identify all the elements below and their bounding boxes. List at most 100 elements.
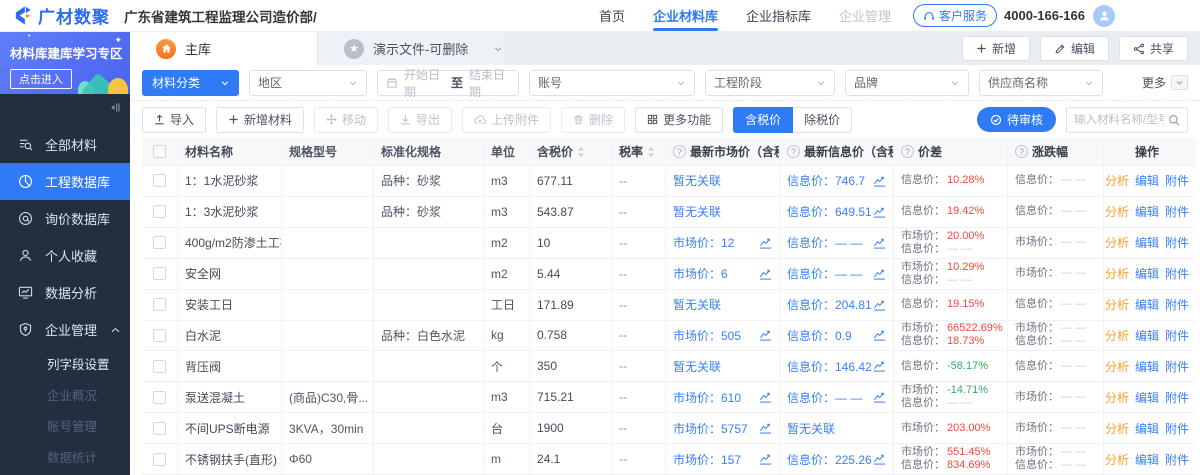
no-link-text[interactable]: 暂无关联	[787, 420, 835, 437]
price-link[interactable]: 市场价：12	[673, 234, 772, 251]
tab-main-library[interactable]: 主库	[130, 32, 318, 65]
nav-item-企业材料库[interactable]: 企业材料库	[653, 0, 718, 31]
op-编辑-link[interactable]: 编辑	[1135, 358, 1159, 375]
tab-action-共享[interactable]: 共享	[1119, 36, 1188, 61]
sidebar-banner[interactable]: ✦ • 材料库建库学习专区 点击进入	[0, 32, 130, 94]
op-分析-link[interactable]: 分析	[1105, 389, 1129, 406]
op-附件-link[interactable]: 附件	[1165, 234, 1189, 251]
row-checkbox[interactable]	[153, 422, 166, 435]
op-分析-link[interactable]: 分析	[1105, 265, 1129, 282]
price-link[interactable]: 信息价：146.42	[787, 358, 886, 375]
op-附件-link[interactable]: 附件	[1165, 358, 1189, 375]
op-附件-link[interactable]: 附件	[1165, 389, 1189, 406]
help-icon[interactable]: ?	[673, 145, 686, 158]
op-编辑-link[interactable]: 编辑	[1135, 389, 1159, 406]
tab-action-编辑[interactable]: 编辑	[1040, 36, 1109, 61]
op-编辑-link[interactable]: 编辑	[1135, 234, 1159, 251]
op-编辑-link[interactable]: 编辑	[1135, 327, 1159, 344]
filter-material-category[interactable]: 材料分类	[142, 70, 239, 96]
chevron-down-icon[interactable]	[493, 44, 503, 54]
op-附件-link[interactable]: 附件	[1165, 203, 1189, 220]
row-checkbox[interactable]	[153, 298, 166, 311]
price-link[interactable]: 市场价：505	[673, 327, 772, 344]
op-编辑-link[interactable]: 编辑	[1135, 420, 1159, 437]
price-link[interactable]: 市场价：6	[673, 265, 772, 282]
price-link[interactable]: 信息价：— —	[787, 389, 886, 406]
no-link-text[interactable]: 暂无关联	[673, 172, 721, 189]
op-分析-link[interactable]: 分析	[1105, 203, 1129, 220]
sidebar-item-企业管理[interactable]: 企业管理	[0, 311, 130, 348]
op-分析-link[interactable]: 分析	[1105, 172, 1129, 189]
op-附件-link[interactable]: 附件	[1165, 420, 1189, 437]
customer-service-button[interactable]: 客户服务	[913, 4, 997, 27]
price-link[interactable]: 信息价：0.9	[787, 327, 886, 344]
op-编辑-link[interactable]: 编辑	[1135, 296, 1159, 313]
tab-action-新增[interactable]: 新增	[962, 36, 1030, 61]
price-link[interactable]: 信息价：— —	[787, 234, 886, 251]
op-附件-link[interactable]: 附件	[1165, 296, 1189, 313]
op-附件-link[interactable]: 附件	[1165, 451, 1189, 468]
app-logo[interactable]: 广材数聚	[12, 3, 110, 28]
sidebar-item-数据分析[interactable]: 数据分析	[0, 274, 130, 311]
search-icon[interactable]	[1168, 114, 1180, 126]
sidebar-item-全部材料[interactable]: 全部材料	[0, 126, 130, 163]
no-link-text[interactable]: 暂无关联	[673, 296, 721, 313]
pending-review-button[interactable]: 待审核	[977, 107, 1056, 132]
row-checkbox[interactable]	[153, 391, 166, 404]
price-link[interactable]: 信息价：649.51	[787, 203, 886, 220]
no-link-text[interactable]: 暂无关联	[673, 203, 721, 220]
price-toggle-含税价[interactable]: 含税价	[733, 107, 793, 133]
sidebar-subitem-列字段设置[interactable]: 列字段设置	[0, 348, 130, 379]
price-link[interactable]: 信息价：746.7	[787, 172, 886, 189]
price-link[interactable]: 信息价：204.81	[787, 296, 886, 313]
sidebar-item-个人收藏[interactable]: 个人收藏	[0, 237, 130, 274]
op-编辑-link[interactable]: 编辑	[1135, 203, 1159, 220]
material-search-input[interactable]	[1074, 114, 1164, 126]
filter-brand-select[interactable]: 品牌	[845, 70, 969, 96]
nav-item-企业指标库[interactable]: 企业指标库	[746, 0, 811, 31]
filter-region-select[interactable]: 地区	[249, 70, 367, 96]
tab-demo-file[interactable]: ★ 演示文件-可删除	[318, 32, 506, 65]
row-checkbox[interactable]	[153, 360, 166, 373]
op-编辑-link[interactable]: 编辑	[1135, 265, 1159, 282]
help-icon[interactable]: ?	[787, 145, 800, 158]
row-checkbox[interactable]	[153, 267, 166, 280]
op-编辑-link[interactable]: 编辑	[1135, 172, 1159, 189]
filter-date-range[interactable]: 开始日期 至 结束日期	[377, 70, 519, 96]
price-link[interactable]: 信息价：225.26	[787, 451, 886, 468]
header-checkbox[interactable]	[153, 145, 166, 158]
sidebar-collapse-control[interactable]	[0, 94, 130, 121]
no-link-text[interactable]: 暂无关联	[673, 358, 721, 375]
price-link[interactable]: 信息价：— —	[787, 265, 886, 282]
op-分析-link[interactable]: 分析	[1105, 296, 1129, 313]
toolbar-新增材料-button[interactable]: 新增材料	[216, 107, 304, 133]
row-checkbox[interactable]	[153, 174, 166, 187]
help-icon[interactable]: ?	[1015, 145, 1028, 158]
user-avatar[interactable]	[1093, 5, 1115, 27]
row-checkbox[interactable]	[153, 329, 166, 342]
op-附件-link[interactable]: 附件	[1165, 265, 1189, 282]
op-分析-link[interactable]: 分析	[1105, 358, 1129, 375]
sidebar-item-工程数据库[interactable]: 工程数据库	[0, 163, 130, 200]
filter-project-stage-select[interactable]: 工程阶段	[705, 70, 835, 96]
filter-more-toggle[interactable]: 更多	[1142, 74, 1188, 91]
op-分析-link[interactable]: 分析	[1105, 234, 1129, 251]
help-icon[interactable]: ?	[901, 145, 914, 158]
toolbar-更多功能-button[interactable]: 更多功能	[635, 107, 723, 133]
price-link[interactable]: 市场价：610	[673, 389, 772, 406]
row-checkbox[interactable]	[153, 453, 166, 466]
filter-account-select[interactable]: 账号	[529, 70, 695, 96]
op-附件-link[interactable]: 附件	[1165, 172, 1189, 189]
toolbar-导入-button[interactable]: 导入	[142, 107, 206, 133]
op-附件-link[interactable]: 附件	[1165, 327, 1189, 344]
op-分析-link[interactable]: 分析	[1105, 420, 1129, 437]
sidebar-item-询价数据库[interactable]: 询价数据库	[0, 200, 130, 237]
op-编辑-link[interactable]: 编辑	[1135, 451, 1159, 468]
price-link[interactable]: 市场价：5757	[673, 420, 772, 437]
price-link[interactable]: 市场价：157	[673, 451, 772, 468]
op-分析-link[interactable]: 分析	[1105, 451, 1129, 468]
banner-enter-button[interactable]: 点击进入	[10, 69, 72, 89]
row-checkbox[interactable]	[153, 205, 166, 218]
op-分析-link[interactable]: 分析	[1105, 327, 1129, 344]
nav-item-首页[interactable]: 首页	[599, 0, 625, 31]
